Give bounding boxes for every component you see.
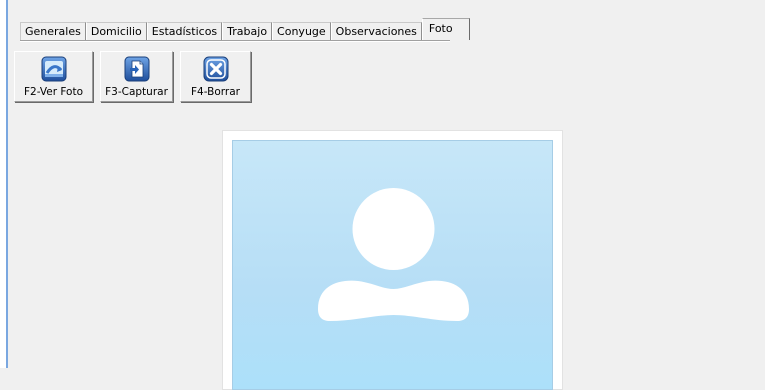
capture-label: F3-Capturar [105,86,168,98]
user-avatar-icon [318,188,469,321]
capture-button[interactable]: F3-Capturar [100,51,173,102]
tab-divider [20,40,450,42]
delete-photo-button[interactable]: F4-Borrar [180,51,251,102]
refresh-photo-icon [41,56,66,82]
tab-trabajo[interactable]: Trabajo [222,22,273,40]
view-photo-label: F2-Ver Foto [23,86,83,98]
view-photo-button[interactable]: F2-Ver Foto [14,51,93,102]
delete-photo-label: F4-Borrar [191,86,240,98]
tab-conyuge[interactable]: Conyuge [272,22,331,40]
tab-bar: Generales Domicilio Estadísticos Trabajo… [20,18,470,40]
window-left-border [0,0,8,368]
tab-estadisticos[interactable]: Estadísticos [146,22,223,40]
tab-generales[interactable]: Generales [20,22,86,40]
photo-frame [222,130,563,390]
tab-observaciones[interactable]: Observaciones [330,22,422,40]
photo-toolbar: F2-Ver Foto F3-Capturar F4-Borrar [14,51,251,102]
tab-foto[interactable]: Foto [421,18,470,40]
document-capture-icon [124,56,149,82]
tab-domicilio[interactable]: Domicilio [85,22,147,40]
delete-x-icon [203,56,228,82]
photo-placeholder [232,140,553,390]
